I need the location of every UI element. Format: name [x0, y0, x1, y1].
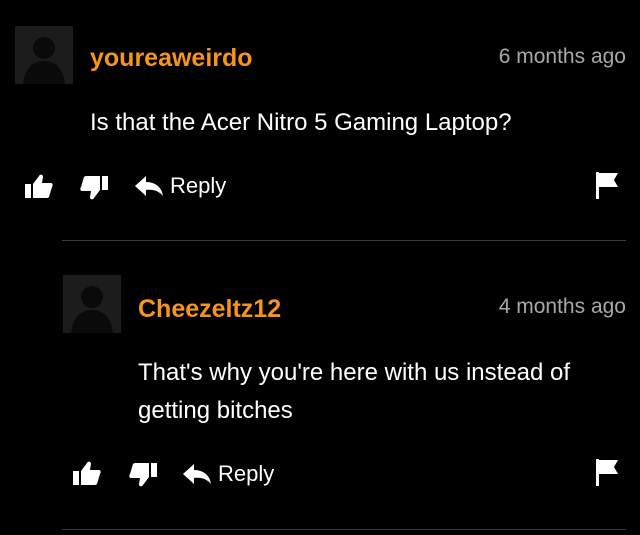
thumbs-up-icon	[73, 461, 101, 485]
thumbs-up-button[interactable]	[72, 459, 102, 487]
thumbs-up-icon	[25, 174, 53, 198]
comment-text: That's why you're here with us instead o…	[138, 359, 571, 424]
flag-button[interactable]	[595, 170, 619, 200]
divider	[62, 240, 626, 241]
flag-icon	[596, 172, 618, 199]
thumbs-down-button[interactable]	[128, 461, 158, 489]
user-silhouette-icon	[15, 26, 73, 84]
username[interactable]: youreaweirdo	[90, 44, 253, 73]
reply-arrow-icon	[183, 464, 211, 484]
reply-button[interactable]: Reply	[182, 461, 274, 487]
thumbs-down-button[interactable]	[79, 174, 109, 202]
thumbs-down-icon	[80, 176, 108, 200]
reply-arrow-icon	[135, 176, 163, 196]
thumbs-up-button[interactable]	[24, 172, 54, 200]
reply-label: Reply	[218, 461, 275, 486]
avatar[interactable]	[63, 275, 121, 333]
flag-button[interactable]	[595, 457, 619, 487]
reply-button[interactable]: Reply	[134, 173, 226, 199]
timestamp: 4 months ago	[498, 295, 626, 318]
reply-label: Reply	[170, 173, 227, 198]
username[interactable]: Cheezeltz12	[138, 295, 281, 324]
comment-1: youreaweirdo 6 months ago Is that the Ac…	[0, 0, 640, 242]
comment-text: Is that the Acer Nitro 5 Gaming Laptop?	[90, 109, 512, 136]
flag-icon	[596, 459, 618, 486]
divider	[62, 529, 626, 530]
timestamp: 6 months ago	[498, 45, 626, 68]
comment-2: Cheezeltz12 4 months ago That's why you'…	[0, 242, 640, 535]
avatar[interactable]	[15, 26, 73, 84]
thumbs-down-icon	[129, 463, 157, 487]
user-silhouette-icon	[63, 275, 121, 333]
